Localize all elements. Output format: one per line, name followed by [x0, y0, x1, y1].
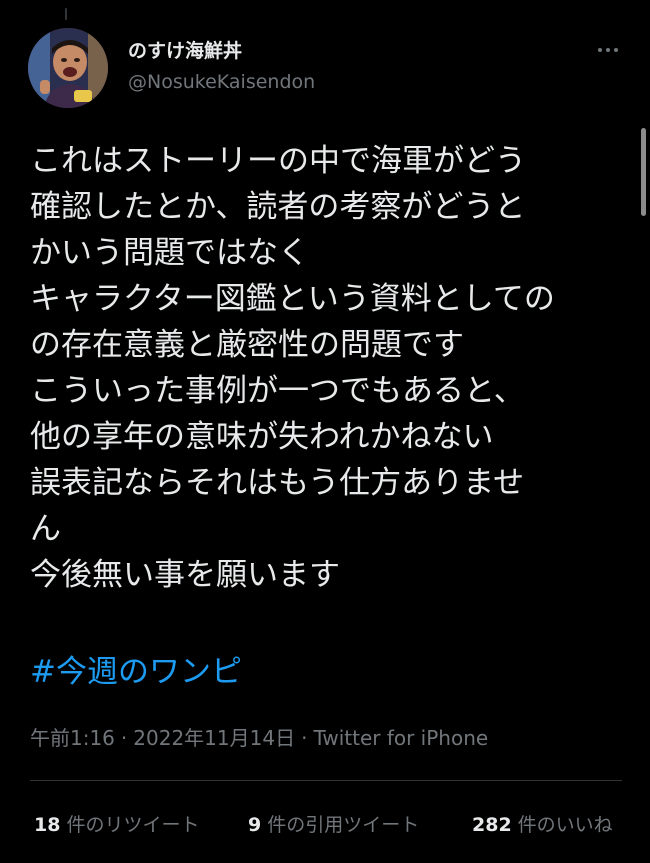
tweet-text-line: 誤表記ならそれはもう仕方ありませ	[30, 465, 525, 501]
like-label: 件のいいね	[517, 814, 613, 836]
tweet-date[interactable]: 2022年11月14日	[133, 726, 295, 750]
tweet-text-line: 他の享年の意味が失われかねない	[30, 419, 494, 455]
tweet-text-line: これはストーリーの中で海軍がどう	[30, 143, 526, 179]
tweet-text: これはストーリーの中で海軍がどう 確認したとか、読者の考察がどうと かいう問題で…	[30, 138, 630, 598]
author-display-name[interactable]: のすけ海鮮丼	[128, 36, 242, 63]
author-handle[interactable]: @NosukeKaisendon	[128, 71, 315, 93]
like-count: 282	[472, 814, 512, 836]
more-options-icon-dot	[614, 48, 618, 52]
hashtag-link[interactable]: #今週のワンピ	[30, 649, 242, 695]
tweet-text-line: 確認したとか、読者の考察がどうと	[30, 189, 526, 225]
avatar-photo-icon	[28, 28, 108, 108]
avatar[interactable]	[28, 28, 108, 108]
tweet-time[interactable]: 午前1:16	[30, 726, 115, 750]
more-options-icon	[598, 48, 602, 52]
scrollbar[interactable]	[641, 128, 646, 216]
more-options-icon-dot	[606, 48, 610, 52]
meta-separator: ·	[120, 726, 128, 750]
retweet-count: 18	[34, 814, 61, 836]
tweet-metadata: 午前1:16 · 2022年11月14日 · Twitter for iPhone	[30, 724, 488, 752]
quote-count-link[interactable]: 9 件の引用ツイート	[248, 811, 419, 839]
tweet-text-line: こういった事例が一つでもあると、	[30, 373, 525, 409]
tweet-text-line: の存在意義と厳密性の問題です	[30, 327, 464, 363]
thread-connector-line	[65, 8, 67, 20]
tweet-text-line: 今後無い事を願います	[30, 557, 340, 593]
more-options-button[interactable]	[594, 38, 622, 62]
divider	[30, 780, 622, 781]
tweet-text-line: かいう問題ではなく	[30, 235, 309, 271]
tweet-text-line: キャラクター図鑑という資料としての	[30, 281, 555, 317]
quote-count: 9	[248, 814, 262, 836]
retweet-count-link[interactable]: 18 件のリツイート	[34, 811, 199, 839]
tweet-source[interactable]: Twitter for iPhone	[313, 726, 488, 750]
like-count-link[interactable]: 282 件のいいね	[472, 811, 613, 839]
retweet-label: 件のリツイート	[66, 814, 200, 836]
quote-label: 件の引用ツイート	[267, 814, 420, 836]
tweet-text-line: ん	[30, 511, 61, 547]
meta-separator: ·	[301, 726, 308, 750]
